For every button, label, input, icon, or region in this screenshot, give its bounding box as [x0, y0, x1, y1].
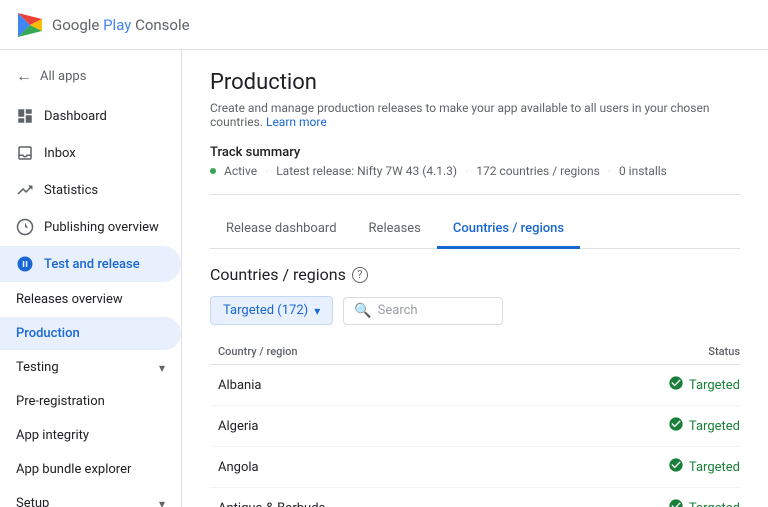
sidebar-item-setup[interactable]: Setup ▾ — [0, 487, 181, 507]
sidebar-item-label: Testing — [16, 360, 59, 375]
countries-section-title: Countries / regions ? — [210, 265, 740, 284]
country-status: Targeted — [532, 447, 740, 488]
search-icon: 🔍 — [354, 303, 371, 319]
sidebar-item-label: Releases overview — [16, 292, 123, 307]
table-row: Albania Targeted — [210, 365, 740, 406]
page-title: Production — [210, 70, 740, 95]
sidebar-item-label: Publishing overview — [44, 220, 159, 235]
status-label: Targeted — [689, 501, 740, 507]
search-placeholder: Search — [378, 303, 418, 318]
status-label: Targeted — [689, 378, 740, 393]
publishing-icon — [16, 218, 34, 236]
learn-more-link[interactable]: Learn more — [266, 115, 327, 129]
sidebar-item-app-bundle-explorer[interactable]: App bundle explorer — [0, 453, 181, 486]
track-countries: 172 countries / regions — [476, 164, 600, 178]
track-release: Latest release: Nifty 7W 43 (4.1.3) — [276, 164, 457, 178]
inbox-icon — [16, 144, 34, 162]
targeted-filter-label: Targeted (172) — [223, 303, 308, 318]
all-apps-link[interactable]: ← All apps — [0, 58, 181, 94]
sidebar-item-dashboard[interactable]: Dashboard — [0, 98, 181, 134]
sidebar-item-label: Dashboard — [44, 109, 107, 124]
table-row: Antigua & Barbuda Targeted — [210, 488, 740, 507]
check-circle-icon — [668, 457, 684, 477]
track-summary: Track summary Active · Latest release: N… — [210, 145, 740, 195]
country-name: Angola — [210, 447, 532, 488]
countries-table: Country / region Status Albania Targeted… — [210, 339, 740, 507]
chevron-down-icon: ▾ — [159, 497, 165, 507]
sidebar-item-inbox[interactable]: Inbox — [0, 135, 181, 171]
tab-release-dashboard[interactable]: Release dashboard — [210, 211, 353, 249]
sidebar-item-label: Production — [16, 326, 80, 341]
sidebar-item-label: Test and release — [44, 257, 140, 272]
main-content: Production Create and manage production … — [182, 50, 768, 507]
country-status: Targeted — [532, 365, 740, 406]
targeted-filter-button[interactable]: Targeted (172) ▾ — [210, 296, 333, 325]
filter-bar: Targeted (172) ▾ 🔍 Search — [210, 296, 740, 325]
help-icon[interactable]: ? — [352, 267, 368, 283]
col-country: Country / region — [210, 339, 532, 365]
logo-text: Google Play Console — [52, 16, 190, 34]
status-label: Targeted — [689, 419, 740, 434]
sidebar-item-testing[interactable]: Testing ▾ — [0, 351, 181, 384]
check-circle-icon — [668, 498, 684, 507]
country-name: Algeria — [210, 406, 532, 447]
logo-icon — [16, 11, 44, 39]
track-summary-info: Active · Latest release: Nifty 7W 43 (4.… — [210, 164, 740, 178]
rocket-icon — [16, 255, 34, 273]
country-name: Albania — [210, 365, 532, 406]
sidebar-item-pre-registration[interactable]: Pre-registration — [0, 385, 181, 418]
table-row: Algeria Targeted — [210, 406, 740, 447]
country-status: Targeted — [532, 488, 740, 507]
sidebar-item-production[interactable]: Production — [0, 317, 181, 350]
check-circle-icon — [668, 375, 684, 395]
tab-releases[interactable]: Releases — [353, 211, 437, 249]
sidebar-item-app-integrity[interactable]: App integrity — [0, 419, 181, 452]
logo: Google Play Console — [16, 11, 190, 39]
track-installs: 0 installs — [619, 164, 667, 178]
country-name: Antigua & Barbuda — [210, 488, 532, 507]
col-status: Status — [532, 339, 740, 365]
sidebar-item-label: App bundle explorer — [16, 462, 131, 477]
table-row: Angola Targeted — [210, 447, 740, 488]
sidebar-item-publishing-overview[interactable]: Publishing overview — [0, 209, 181, 245]
tab-countries-regions[interactable]: Countries / regions — [437, 211, 580, 249]
dashboard-icon — [16, 107, 34, 125]
sidebar-item-label: Pre-registration — [16, 394, 105, 409]
sidebar-item-statistics[interactable]: Statistics — [0, 172, 181, 208]
sidebar-item-label: Inbox — [44, 146, 76, 161]
back-arrow-icon: ← — [16, 66, 32, 86]
tabs: Release dashboard Releases Countries / r… — [210, 211, 740, 249]
sidebar-item-test-and-release[interactable]: Test and release — [0, 246, 181, 282]
track-status: Active — [224, 164, 257, 178]
all-apps-label: All apps — [40, 69, 86, 84]
layout: ← All apps Dashboard Inbox Statistics — [0, 50, 768, 507]
sidebar: ← All apps Dashboard Inbox Statistics — [0, 50, 182, 507]
statistics-icon — [16, 181, 34, 199]
sidebar-item-releases-overview[interactable]: Releases overview — [0, 283, 181, 316]
active-dot — [210, 168, 216, 174]
sidebar-item-label: Statistics — [44, 183, 98, 198]
country-status: Targeted — [532, 406, 740, 447]
sidebar-item-label: App integrity — [16, 428, 89, 443]
dropdown-arrow-icon: ▾ — [314, 304, 320, 318]
header: Google Play Console — [0, 0, 768, 50]
track-summary-title: Track summary — [210, 145, 740, 160]
status-label: Targeted — [689, 460, 740, 475]
sidebar-item-label: Setup — [16, 496, 49, 507]
search-box[interactable]: 🔍 Search — [343, 297, 503, 325]
check-circle-icon — [668, 416, 684, 436]
chevron-down-icon: ▾ — [159, 361, 165, 375]
page-description: Create and manage production releases to… — [210, 101, 740, 129]
table-header-row: Country / region Status — [210, 339, 740, 365]
